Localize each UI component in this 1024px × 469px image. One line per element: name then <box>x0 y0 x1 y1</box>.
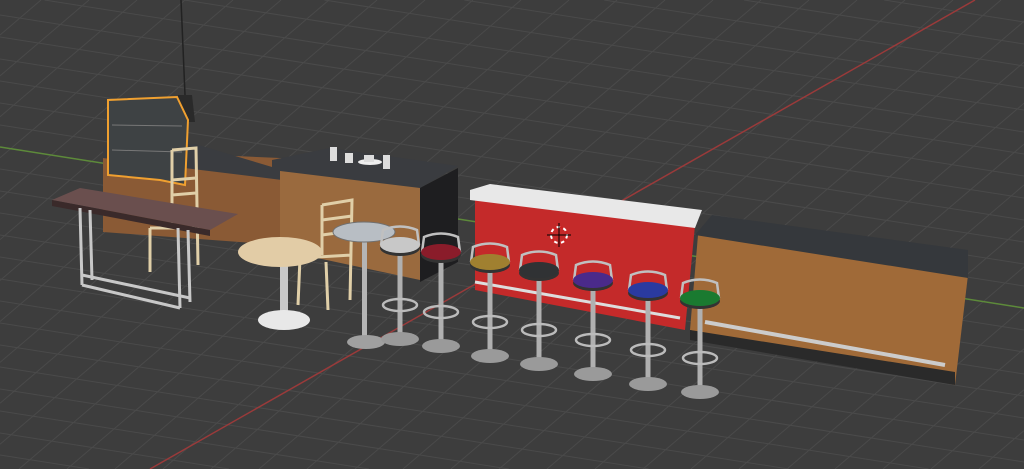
stool-base <box>629 377 667 391</box>
grid-line <box>0 0 90 77</box>
stool-post <box>536 275 542 363</box>
bar-stool[interactable] <box>572 260 614 382</box>
grid-line <box>324 0 1024 111</box>
stool-seat <box>421 244 461 260</box>
stool-seat <box>680 290 720 306</box>
stool-post <box>438 257 444 345</box>
bar-stool[interactable] <box>627 270 669 392</box>
stool-base <box>471 349 509 363</box>
bar-stool[interactable] <box>469 242 511 364</box>
grid-line <box>464 0 1024 89</box>
bar-stool[interactable] <box>518 250 560 372</box>
grid-line <box>0 0 42 36</box>
stool-base <box>381 332 419 346</box>
scene[interactable] <box>0 0 1024 469</box>
stool-base <box>422 339 460 353</box>
stool-post <box>697 303 703 391</box>
grid-line <box>744 0 1024 45</box>
stool-seat <box>573 272 613 288</box>
stool-post <box>590 285 596 373</box>
grid-line <box>0 388 509 469</box>
stool-base <box>574 367 612 381</box>
bar-stool[interactable] <box>420 232 462 354</box>
stool-post <box>487 267 493 355</box>
display-case[interactable] <box>107 95 190 187</box>
stool-seat <box>380 237 420 253</box>
stool-seat <box>519 262 559 278</box>
grid-line <box>930 389 1024 469</box>
3d-viewport[interactable] <box>0 0 1024 469</box>
grid-line <box>604 0 1024 67</box>
grid-line <box>0 432 230 469</box>
stool-base <box>681 385 719 399</box>
grid-line <box>184 0 1024 133</box>
stool-seat <box>470 254 510 270</box>
bar-stool[interactable] <box>379 225 421 347</box>
stool-seat <box>628 282 668 298</box>
stool-base <box>520 357 558 371</box>
grid-line <box>0 410 369 469</box>
wooden-bar-counter[interactable] <box>690 215 968 385</box>
grid-line <box>884 0 1024 23</box>
stool-post <box>645 295 651 383</box>
stool-post <box>397 250 403 338</box>
